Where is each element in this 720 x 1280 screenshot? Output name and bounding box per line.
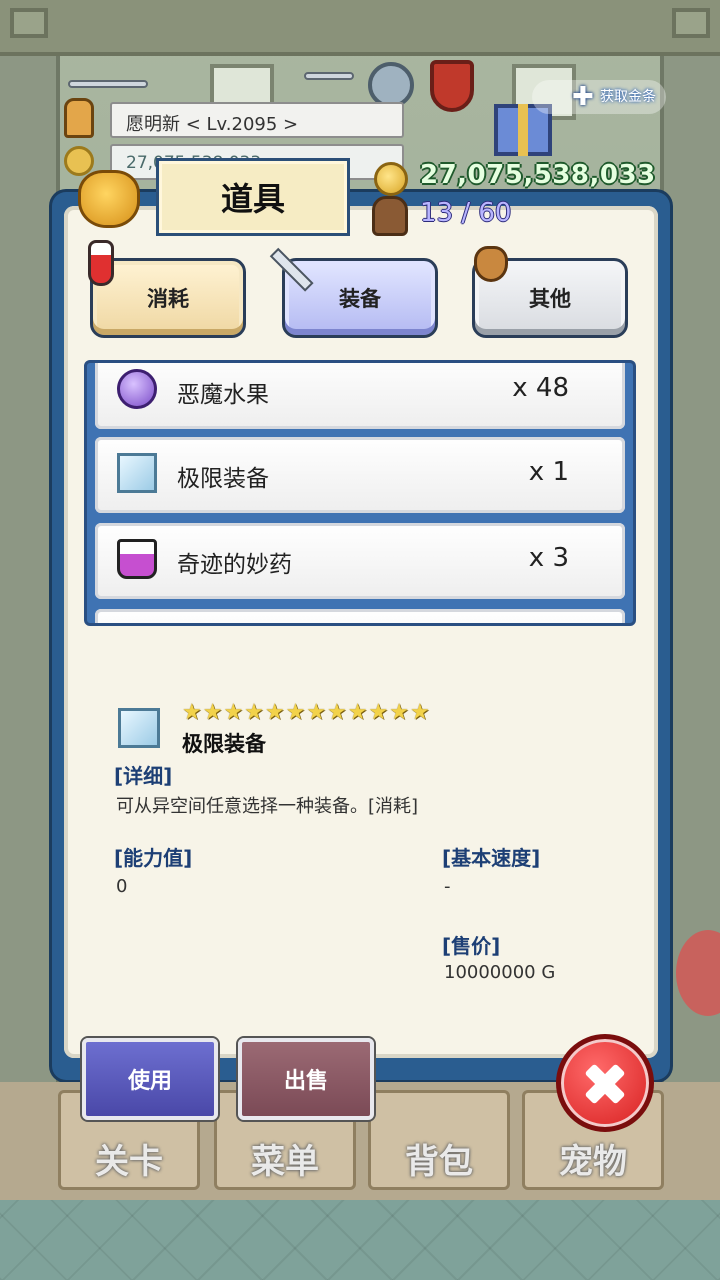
list-item[interactable]: 奇迹的妙药 x 3 <box>95 523 625 599</box>
background-floor <box>0 1200 720 1280</box>
rarity-stars: ★★★★★★★★★★★★ <box>182 700 431 725</box>
gold-pouch-icon <box>78 170 140 228</box>
speed-label: [基本速度] <box>442 846 541 870</box>
item-list[interactable]: 恶魔水果 x 48 极限装备 x 1 奇迹的妙药 x 3 <box>84 360 636 626</box>
potion-flask-icon <box>117 539 157 579</box>
coin-icon <box>64 146 94 176</box>
nav-backpack-label: 背包 <box>405 1142 473 1182</box>
nav-backpack[interactable]: 背包 <box>368 1090 510 1190</box>
detail-label: [详细] <box>114 764 173 788</box>
tab-equip-label: 装备 <box>339 287 381 311</box>
panel-title: 道具 <box>156 158 350 236</box>
background-pillar-left <box>0 56 60 1196</box>
nav-pet-label: 宠物 <box>559 1142 627 1182</box>
ability-value: 0 <box>116 876 128 897</box>
use-button-label: 使用 <box>127 1069 172 1094</box>
sell-button[interactable]: 出售 <box>238 1038 374 1120</box>
gold-coin-icon <box>374 162 408 196</box>
detail-description: 可从异空间任意选择一种装备。[消耗] <box>116 796 419 817</box>
close-icon[interactable] <box>556 1034 654 1132</box>
plus-icon: ✚ <box>572 82 594 112</box>
item-quantity: x 3 <box>528 543 569 573</box>
ability-label: [能力值] <box>114 846 193 870</box>
hero-avatar-icon <box>64 98 94 138</box>
sack-icon <box>474 246 508 282</box>
item-name: 奇迹的妙药 <box>177 552 292 578</box>
price-value: 10000000 G <box>444 962 556 983</box>
bag-capacity: 13 / 60 <box>420 198 512 228</box>
purple-fruit-icon <box>117 369 157 409</box>
item-quantity: x 1 <box>528 457 569 487</box>
price-label: [售价] <box>442 934 501 958</box>
sell-button-label: 出售 <box>283 1069 328 1094</box>
item-quantity: x 48 <box>512 373 569 403</box>
wall-shield-icon <box>430 60 474 112</box>
backpack-icon <box>372 196 408 236</box>
tab-equip[interactable]: 装备 <box>282 258 438 338</box>
nav-stage-label: 关卡 <box>95 1142 163 1182</box>
crystal-cube-icon <box>118 708 160 748</box>
gold-amount: 27,075,538,033 <box>420 160 656 190</box>
get-gold-label: 获取金条 <box>600 89 656 105</box>
tab-consume-label: 消耗 <box>147 287 189 311</box>
player-name-level: 愿明新 < Lv.2095 > <box>110 102 404 138</box>
wall-sword-icon <box>304 72 354 80</box>
crystal-cube-icon <box>117 453 157 493</box>
list-item[interactable]: 极限装备 x 1 <box>95 437 625 513</box>
nav-menu-label: 菜单 <box>251 1142 319 1182</box>
use-button[interactable]: 使用 <box>82 1038 218 1120</box>
red-potion-icon <box>88 240 114 286</box>
list-item[interactable]: 恶魔水果 x 48 <box>95 363 625 429</box>
item-name: 恶魔水果 <box>177 382 269 408</box>
wall-sword-icon <box>68 80 148 88</box>
list-item-partial[interactable] <box>95 609 625 623</box>
get-gold-button[interactable]: ✚ 获取金条 <box>532 80 666 114</box>
speed-value: - <box>444 876 451 897</box>
beam-tile <box>10 8 48 38</box>
beam-tile <box>672 8 710 38</box>
tab-other-label: 其他 <box>529 287 571 311</box>
item-name: 极限装备 <box>177 466 269 492</box>
background-beam <box>0 0 720 56</box>
detail-item-name: 极限装备 <box>182 732 266 756</box>
